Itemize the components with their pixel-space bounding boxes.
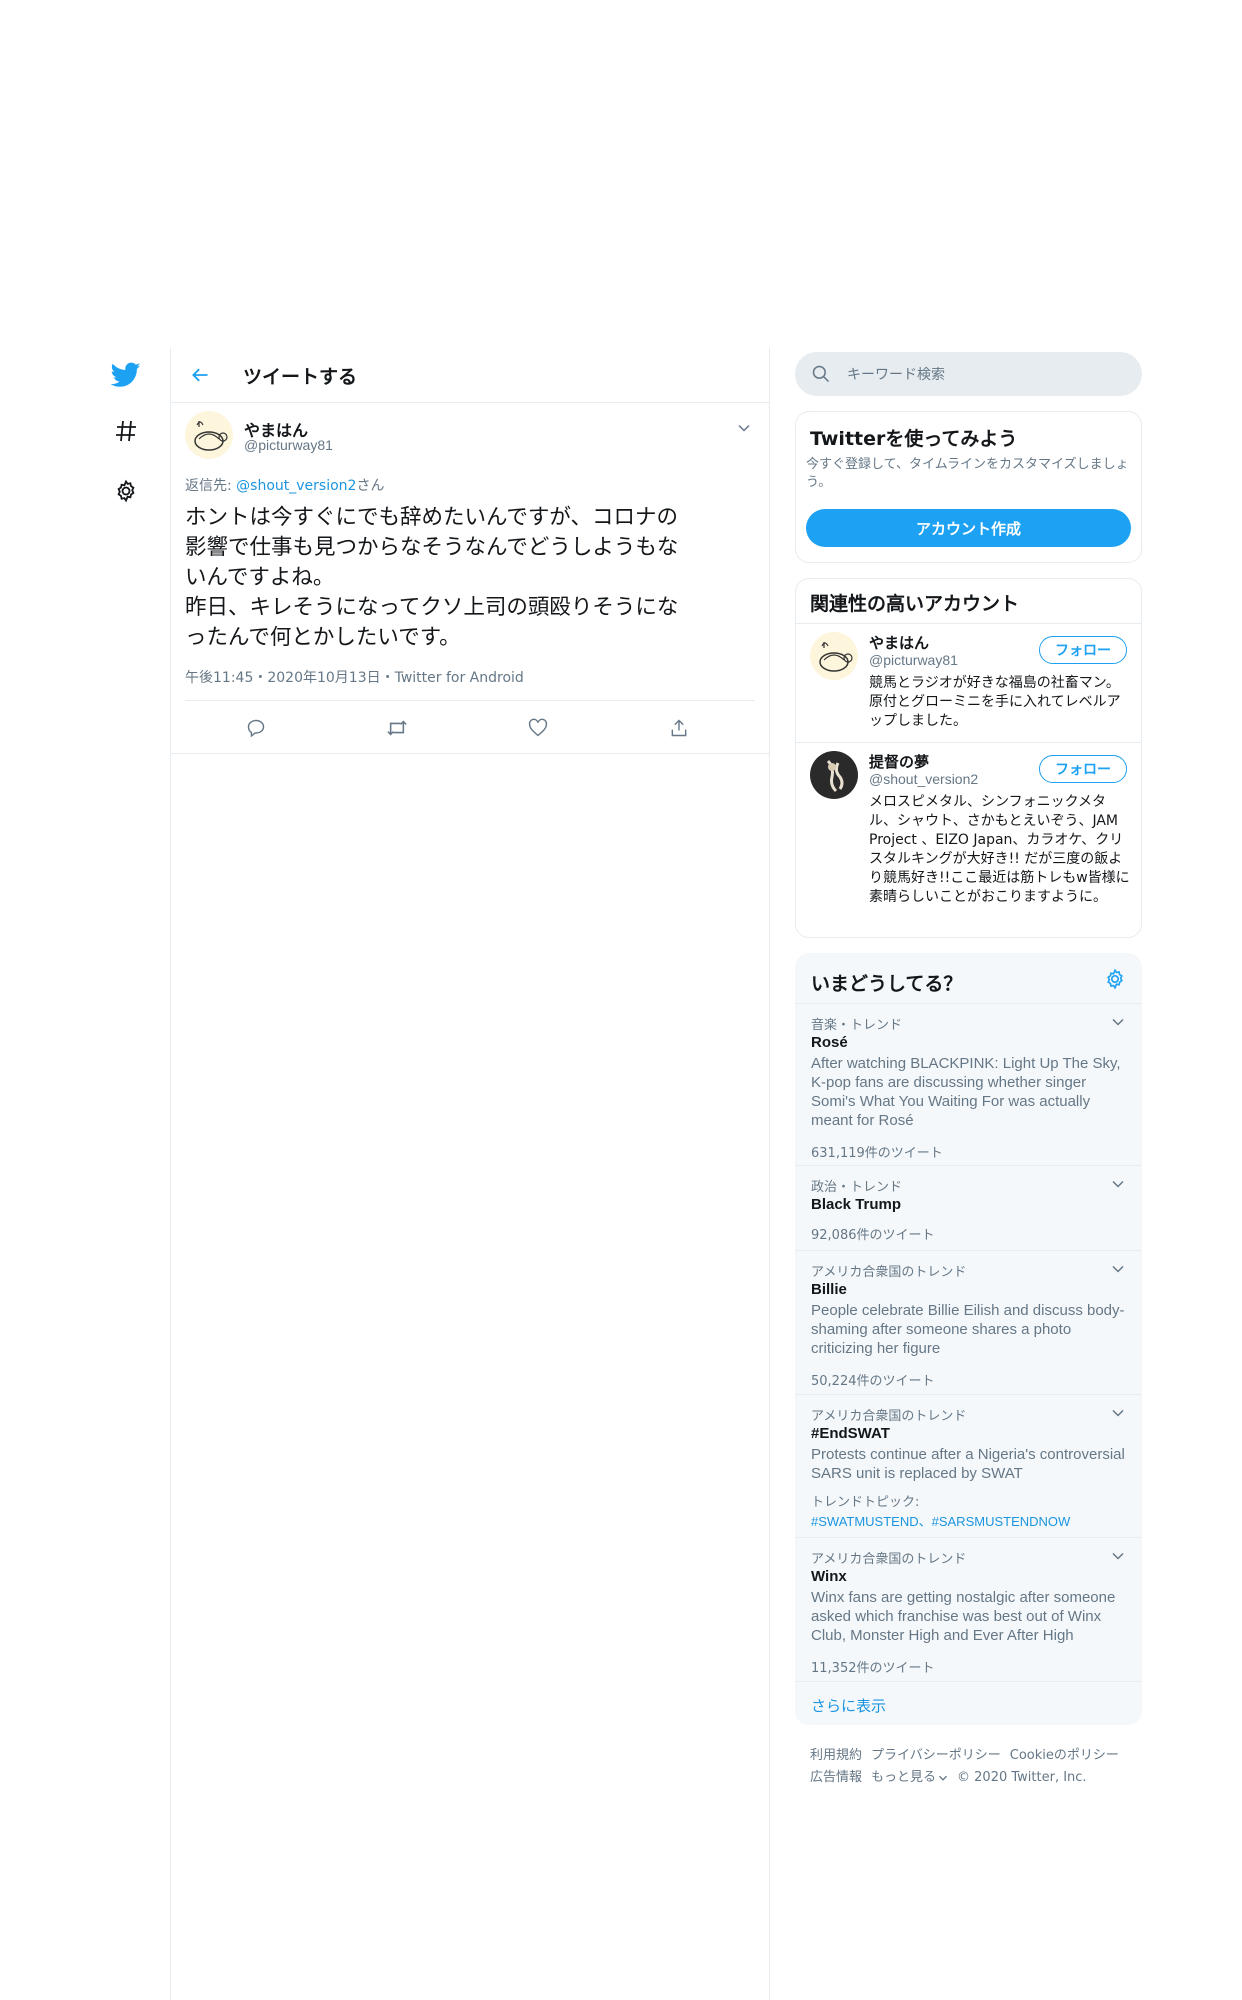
trends-panel: いまどうしてる？ 音楽・トレンド Rosé After watching BLA… [795, 953, 1142, 1725]
search-icon [811, 364, 831, 388]
tweet-author-handle[interactable]: @picturway81 [244, 437, 333, 453]
trend-context: アメリカ合衆国のトレンド [811, 1552, 967, 1567]
search-box[interactable] [795, 352, 1142, 398]
trend-item[interactable]: アメリカ合衆国のトレンド #EndSWAT Protests continue … [795, 1394, 1142, 1538]
footer-ads-link[interactable]: 広告情報 [810, 1770, 862, 1785]
account-bio: メロスピメタル、シンフォニックメタル、シャウト、さかもとえいぞう、JAM Pro… [869, 794, 1130, 905]
avatar[interactable] [810, 632, 858, 680]
trend-count: 11,352件のツイート [811, 1661, 935, 1676]
footer-copyright: © 2020 Twitter, Inc. [957, 1770, 1087, 1785]
tweet-text: ホントは今すぐにでも辞めたいんですが、コロナの 影響で仕事も見つからなそうなんで… [185, 505, 679, 650]
twitter-bird-icon[interactable] [108, 357, 144, 393]
footer-row-1: 利用規約 プライバシーポリシー Cookieのポリシー [810, 1744, 1128, 1763]
trend-context: 音楽・トレンド [811, 1018, 903, 1033]
gear-icon[interactable] [108, 473, 144, 509]
follow-button[interactable]: フォロー [1039, 755, 1127, 783]
footer-row-2: 広告情報 もっと見る © 2020 Twitter, Inc. [810, 1766, 1096, 1785]
tweet-meta[interactable]: 午後11:45・2020年10月13日・Twitter for Android [185, 667, 524, 687]
main-column-border-right [769, 348, 770, 2000]
chevron-down-icon[interactable] [1108, 1259, 1128, 1279]
main-header: ツイートする [171, 348, 769, 403]
trend-topics-label: トレンドトピック: [811, 1495, 920, 1510]
trend-item[interactable]: アメリカ合衆国のトレンド Winx Winx fans are getting … [795, 1537, 1142, 1682]
trend-context: アメリカ合衆国のトレンド [811, 1409, 967, 1424]
hashtag-icon[interactable] [108, 413, 144, 449]
trend-topics[interactable]: #SWATMUSTEND、#SARSMUSTENDNOW [811, 1511, 1070, 1530]
footer-terms-link[interactable]: 利用規約 [810, 1748, 862, 1763]
relevant-accounts-title: 関連性の高いアカウント [810, 593, 1020, 615]
footer-privacy-link[interactable]: プライバシーポリシー [871, 1748, 1001, 1763]
trends-settings-gear-icon[interactable] [1104, 968, 1128, 992]
trend-item[interactable]: アメリカ合衆国のトレンド Billie People celebrate Bil… [795, 1250, 1142, 1395]
search-input[interactable] [845, 352, 1129, 398]
trend-description: Protests continue after a Nigeria's cont… [811, 1446, 1125, 1482]
account-name[interactable]: やまはん [869, 632, 929, 653]
avatar[interactable] [810, 751, 858, 799]
trend-context: アメリカ合衆国のトレンド [811, 1265, 967, 1280]
reply-to-label: 返信先: [185, 478, 232, 494]
reply-icon[interactable] [241, 713, 271, 743]
trend-description: People celebrate Billie Eilish and discu… [811, 1302, 1125, 1357]
trend-item[interactable]: 音楽・トレンド Rosé After watching BLACKPINK: L… [795, 1003, 1142, 1166]
show-more-label[interactable]: さらに表示 [811, 1695, 886, 1716]
chevron-down-icon[interactable] [1108, 1174, 1128, 1194]
signup-title: Twitterを使ってみよう [810, 428, 1018, 450]
account-handle[interactable]: @shout_version2 [869, 771, 978, 787]
like-heart-icon[interactable] [523, 713, 553, 743]
reply-to: 返信先: @shout_version2さん [185, 475, 384, 495]
trend-description: After watching BLACKPINK: Light Up The S… [811, 1055, 1121, 1129]
reply-to-suffix: さん [356, 478, 385, 494]
account-item[interactable]: やまはん @picturway81 フォロー 競馬とラジオが好きな福島の社畜マン… [796, 623, 1141, 743]
trend-name[interactable]: Black Trump [811, 1196, 901, 1213]
tweet-actions [185, 700, 755, 753]
create-account-button[interactable]: アカウント作成 [806, 509, 1131, 547]
chevron-down-icon[interactable] [1108, 1403, 1128, 1423]
trend-count: 631,119件のツイート [811, 1146, 943, 1161]
reply-to-link[interactable]: @shout_version2 [236, 478, 356, 494]
trends-title: いまどうしてる？ [811, 973, 963, 995]
footer-more-label[interactable]: もっと見る [871, 1770, 936, 1785]
tweet: やまはん @picturway81 返信先: @shout_version2さん… [171, 403, 769, 754]
trend-name[interactable]: Rosé [811, 1034, 848, 1051]
account-bio: 競馬とラジオが好きな福島の社畜マン。 原付とグローミニを手に入れてレベルアップし… [869, 675, 1121, 729]
trend-item[interactable]: 政治・トレンド Black Trump 92,086件のツイート [795, 1165, 1142, 1251]
footer-cookies-link[interactable]: Cookieのポリシー [1010, 1748, 1119, 1763]
chevron-down-icon[interactable] [1108, 1546, 1128, 1566]
avatar[interactable] [185, 411, 233, 459]
account-name[interactable]: 提督の夢 [869, 751, 929, 772]
trend-description: Winx fans are getting nostalgic after so… [811, 1589, 1116, 1644]
follow-button[interactable]: フォロー [1039, 636, 1127, 664]
footer-more-link[interactable]: もっと見る [871, 1770, 948, 1785]
signup-card: Twitterを使ってみよう 今すぐ登録して、タイムラインをカスタマイズしましょ… [795, 411, 1142, 563]
show-more-link[interactable]: さらに表示 [795, 1681, 1142, 1726]
trend-count: 92,086件のツイート [811, 1228, 935, 1243]
account-handle[interactable]: @picturway81 [869, 652, 958, 668]
signup-desc: 今すぐ登録して、タイムラインをカスタマイズしましょう。 [806, 457, 1129, 490]
trend-count: 50,224件のツイート [811, 1374, 935, 1389]
retweet-icon[interactable] [382, 713, 412, 743]
trend-name[interactable]: Billie [811, 1281, 847, 1298]
back-arrow-icon[interactable] [185, 360, 215, 390]
chevron-down-icon[interactable] [1108, 1012, 1128, 1032]
trend-context: 政治・トレンド [811, 1180, 903, 1195]
chevron-down-icon [939, 1775, 948, 1781]
share-icon[interactable] [664, 713, 694, 743]
account-item[interactable]: 提督の夢 @shout_version2 フォロー メロスピメタル、シンフォニッ… [796, 742, 1141, 938]
relevant-accounts-card: 関連性の高いアカウント やまはん @picturway81 フォロー 競馬とラジ… [795, 578, 1142, 938]
page-title: ツイートする [243, 366, 358, 388]
trend-name[interactable]: #EndSWAT [811, 1425, 890, 1442]
chevron-down-icon[interactable] [733, 417, 755, 439]
trend-name[interactable]: Winx [811, 1568, 847, 1585]
